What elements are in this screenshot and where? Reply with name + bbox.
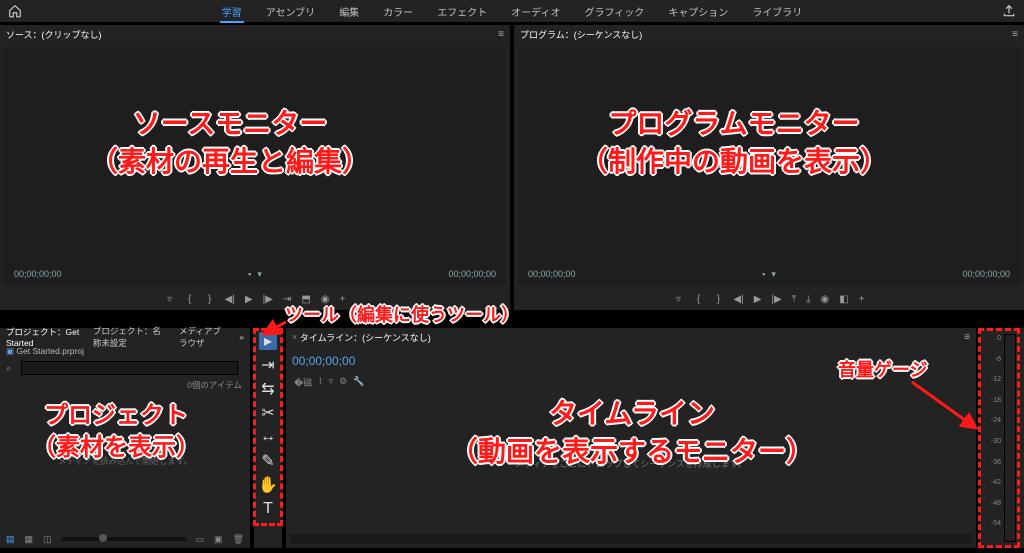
timeline-timecode[interactable]: 00;00;00;00 — [292, 354, 355, 368]
list-view-icon[interactable]: ▤ — [6, 534, 15, 545]
trash-icon[interactable]: 🗑 — [233, 534, 244, 545]
workspace-tab-7[interactable]: キャプション — [666, 0, 730, 23]
export-frame-icon[interactable]: ◉ — [321, 294, 330, 305]
program-tc-left: 00;00;00;00 — [528, 269, 576, 280]
tool-slip[interactable]: ↔ — [259, 428, 277, 446]
panel-menu-icon[interactable]: ≡ — [498, 29, 504, 40]
project-panel-tabs: プロジェクト：Get Startedプロジェクト：名称未設定メディアブラウザ» — [0, 328, 250, 346]
audio-tick: -12 — [991, 376, 1001, 383]
project-tabs-overflow-icon[interactable]: » — [239, 332, 244, 342]
out-point-icon[interactable]: } — [713, 294, 723, 304]
audio-tick: -54 — [991, 520, 1001, 527]
tool-type[interactable]: T — [259, 500, 277, 518]
panel-menu-icon[interactable]: ≡ — [964, 332, 970, 343]
snap-icon[interactable]: �磁 — [294, 376, 312, 389]
marker-icon[interactable]: ▿ — [165, 294, 175, 304]
workspace-tab-6[interactable]: グラフィック — [583, 0, 647, 23]
timeline-drop-zone[interactable]: メディアをここにドロップしてシーケンスを作成します。 — [286, 393, 976, 534]
source-tc-right: 00;00;00;00 — [448, 269, 496, 280]
out-point-icon[interactable]: } — [205, 294, 215, 304]
workspace-tab-1[interactable]: アセンブリ — [264, 0, 318, 23]
audio-tick: 0 — [997, 335, 1001, 342]
new-item-icon[interactable]: ▣ — [214, 534, 223, 545]
play-icon[interactable]: ▶ — [754, 294, 762, 305]
audio-tick: -24 — [991, 417, 1001, 424]
workspace-tab-0[interactable]: 学習 — [220, 0, 244, 23]
program-monitor-viewport[interactable]: 00;00;00;00 ▪▾ 00;00;00;00 — [518, 47, 1020, 284]
search-icon[interactable]: ⌕ — [6, 363, 11, 374]
step-back-icon[interactable]: ◀| — [225, 294, 235, 305]
workspace-tab-2[interactable]: 編集 — [337, 0, 361, 23]
export-frame-icon[interactable]: ◉ — [821, 294, 830, 305]
thumbnail-size-slider[interactable] — [62, 537, 186, 541]
step-fwd-icon[interactable]: |▶ — [771, 294, 781, 305]
source-panel-tab[interactable]: ソース：(クリップなし) — [6, 28, 102, 41]
source-transport-bar: ▿ { } ◀| ▶ |▶ ⇥ ⬒ ◉ + — [0, 288, 510, 310]
project-drop-zone[interactable]: メディアを読み込んで開始します。 — [0, 391, 250, 530]
program-tc-right: 00;00;00;00 — [962, 269, 1010, 280]
panel-menu-icon[interactable]: ≡ — [1012, 29, 1018, 40]
tool-ripple[interactable]: ⇆ — [259, 380, 277, 398]
new-bin-icon[interactable]: ▭ — [196, 534, 205, 545]
tool-selection[interactable]: ▸ — [259, 332, 277, 350]
timeline-panel: × タイムライン：(シーケンスなし) ≡ 00;00;00;00 �磁 ⌇ ▿ … — [286, 328, 976, 548]
step-back-icon[interactable]: ◀| — [733, 294, 743, 305]
project-search-input[interactable] — [21, 361, 238, 375]
audio-tick: -6 — [995, 356, 1001, 363]
share-button[interactable] — [998, 2, 1020, 20]
workspace-tab-5[interactable]: オーディオ — [509, 0, 562, 23]
extract-icon[interactable]: ⤓ — [806, 294, 810, 305]
timeline-scrollbar[interactable] — [290, 534, 972, 544]
project-file-name: Get Started.prproj — [16, 346, 84, 356]
more-icon[interactable]: + — [340, 294, 346, 305]
workspace-tab-3[interactable]: カラー — [381, 0, 415, 23]
program-panel-tab[interactable]: プログラム：(シーケンスなし) — [520, 28, 642, 41]
project-panel: プロジェクト：Get Startedプロジェクト：名称未設定メディアブラウザ» … — [0, 328, 250, 548]
tool-razor[interactable]: ✂ — [259, 404, 277, 422]
project-item-count: 0個のアイテム — [0, 379, 250, 391]
source-monitor-viewport[interactable]: 00;00;00;00 ▪▾ 00;00;00;00 — [4, 47, 506, 284]
compare-icon[interactable]: ◧ — [839, 294, 848, 305]
settings-icon[interactable]: ⚙ — [339, 376, 347, 389]
project-toolbar: ▤ ▦ ◫ ▭ ▣ 🗑 — [0, 530, 250, 548]
audio-tick: -48 — [991, 500, 1001, 507]
overwrite-icon[interactable]: ⬒ — [301, 294, 310, 305]
audio-tick: -30 — [991, 438, 1001, 445]
lift-icon[interactable]: ⤒ — [792, 294, 796, 305]
program-transport-bar: ▿ { } ◀| ▶ |▶ ⤒ ⤓ ◉ ◧ + — [514, 288, 1024, 310]
marker-icon[interactable]: ▿ — [673, 294, 683, 304]
tool-hand[interactable]: ✋ — [259, 476, 277, 494]
audio-tick: -36 — [991, 459, 1001, 466]
marker-icon[interactable]: ▿ — [329, 376, 334, 389]
icon-view-icon[interactable]: ▦ — [25, 534, 34, 545]
wrench-icon[interactable]: 🔧 — [353, 376, 364, 389]
workspace-tab-8[interactable]: ライブラリ — [750, 0, 804, 23]
tool-pen[interactable]: ✎ — [259, 452, 277, 470]
tools-panel: ▸ ⇥ ⇆ ✂ ↔ ✎ ✋ T — [254, 328, 282, 548]
workspace-tab-4[interactable]: エフェクト — [435, 0, 489, 23]
audio-tick: -42 — [991, 479, 1001, 486]
audio-meter[interactable]: 0-6-12-18-24-30-36-42-48-54 — [1004, 334, 1016, 542]
workspace-tabs: 学習アセンブリ編集カラーエフェクトオーディオグラフィックキャプションライブラリ — [30, 0, 994, 23]
tool-track-select[interactable]: ⇥ — [259, 356, 277, 374]
audio-meter-panel: 0 -6 -12 -18 -24 -30 -36 -42 -48 -54 — [980, 328, 1024, 548]
in-point-icon[interactable]: { — [185, 294, 195, 304]
source-tc-left: 00;00;00;00 — [14, 269, 62, 280]
play-icon[interactable]: ▶ — [245, 294, 253, 305]
insert-icon[interactable]: ⇥ — [283, 294, 291, 305]
freeform-view-icon[interactable]: ◫ — [43, 534, 52, 545]
more-icon[interactable]: + — [859, 294, 865, 305]
audio-tick: -18 — [991, 397, 1001, 404]
in-point-icon[interactable]: { — [693, 294, 703, 304]
project-tab-0[interactable]: プロジェクト：Get Started — [6, 326, 83, 348]
program-monitor-panel: プログラム：(シーケンスなし) ≡ 00;00;00;00 ▪▾ 00;00;0… — [514, 25, 1024, 310]
source-monitor-panel: ソース：(クリップなし) ≡ 00;00;00;00 ▪▾ 00;00;00;0… — [0, 25, 510, 310]
timeline-panel-tab[interactable]: タイムライン：(シーケンスなし) — [300, 331, 431, 344]
workspace-bar: 学習アセンブリ編集カラーエフェクトオーディオグラフィックキャプションライブラリ — [0, 0, 1024, 22]
step-fwd-icon[interactable]: |▶ — [263, 294, 273, 305]
link-icon[interactable]: ⌇ — [318, 376, 322, 389]
home-button[interactable] — [4, 2, 26, 20]
